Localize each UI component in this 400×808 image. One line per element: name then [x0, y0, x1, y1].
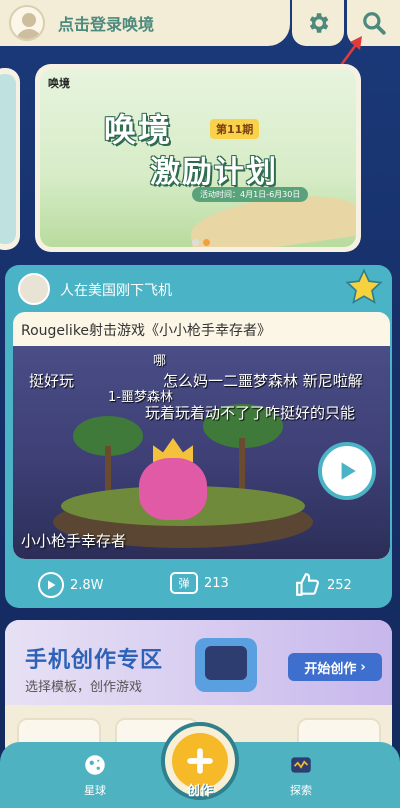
- create-zone-title: 手机创作专区: [25, 648, 164, 673]
- danmaku-count[interactable]: 弹 213: [170, 572, 229, 594]
- game-title: Rougelike射击游戏《小小枪手幸存者》: [21, 323, 272, 339]
- nav-label-planet: 星球: [84, 784, 106, 797]
- tv-icon: [291, 757, 311, 773]
- play-count-value: 2.8W: [70, 577, 104, 593]
- start-create-button[interactable]: 开始创作 ›: [288, 653, 382, 681]
- play-icon: [341, 462, 356, 480]
- banner-date: 活动时间：4月1日-6月30日: [192, 187, 309, 202]
- user-avatar[interactable]: [18, 273, 50, 305]
- like-count-value: 252: [327, 577, 352, 593]
- star-icon: [345, 268, 383, 304]
- start-create-label: 开始创作: [304, 661, 357, 677]
- avatar: [9, 5, 45, 41]
- thumbs-up-icon: [296, 573, 319, 596]
- nav-label-explore: 探索: [290, 784, 312, 797]
- level-label: 1-噩梦森林: [108, 390, 173, 405]
- planet-icon: [85, 755, 105, 775]
- danmaku-text: 挺好玩: [29, 372, 75, 390]
- like-button[interactable]: 252: [295, 572, 352, 598]
- plus-icon: [187, 748, 213, 774]
- danmaku-text: 玩着玩着动不了了咋挺好的只能: [145, 404, 356, 422]
- login-button[interactable]: 点击登录唤境: [0, 0, 290, 46]
- danmaku-text: 怎么妈一二噩梦森林 新尼啦解: [163, 372, 363, 390]
- chevron-right-icon: ›: [360, 659, 366, 675]
- nav-label-create: 创作: [186, 784, 213, 799]
- video-title: 小小枪手幸存者: [21, 532, 127, 550]
- carousel-prev-card[interactable]: [0, 68, 20, 250]
- play-count-icon: [38, 572, 64, 598]
- danmaku-count-value: 213: [204, 575, 229, 591]
- banner-logo: 唤境: [48, 77, 70, 90]
- event-banner[interactable]: 唤境 唤境 第11期 激励计划 活动时间：4月1日-6月30日: [35, 64, 361, 252]
- banner-issue-tag: 第11期: [210, 119, 260, 139]
- carousel-dots: [192, 239, 210, 246]
- carousel-dot-active[interactable]: [203, 239, 210, 246]
- nav-item-explore[interactable]: 探索: [266, 752, 336, 798]
- login-label: 点击登录唤境: [58, 15, 155, 34]
- stats-bar: 2.8W 弹 213 252: [5, 568, 392, 602]
- carousel-dot[interactable]: [192, 239, 199, 246]
- nav-item-planet[interactable]: 星球: [60, 752, 130, 798]
- danmaku-icon: 弹: [170, 572, 198, 594]
- create-zone-subtitle: 选择模板，创作游戏: [25, 680, 143, 695]
- play-button[interactable]: [318, 442, 376, 500]
- banner-title: 唤境: [104, 111, 173, 149]
- feed-card[interactable]: 人在美国刚下飞机 Rougelike射击游戏《小小枪手幸存者》 哪 挺好玩 怎么…: [5, 265, 392, 608]
- username[interactable]: 人在美国刚下飞机: [60, 280, 172, 300]
- danmaku-text: 哪: [153, 354, 167, 369]
- play-count[interactable]: 2.8W: [38, 572, 104, 598]
- banner-subtitle: 激励计划: [150, 155, 278, 190]
